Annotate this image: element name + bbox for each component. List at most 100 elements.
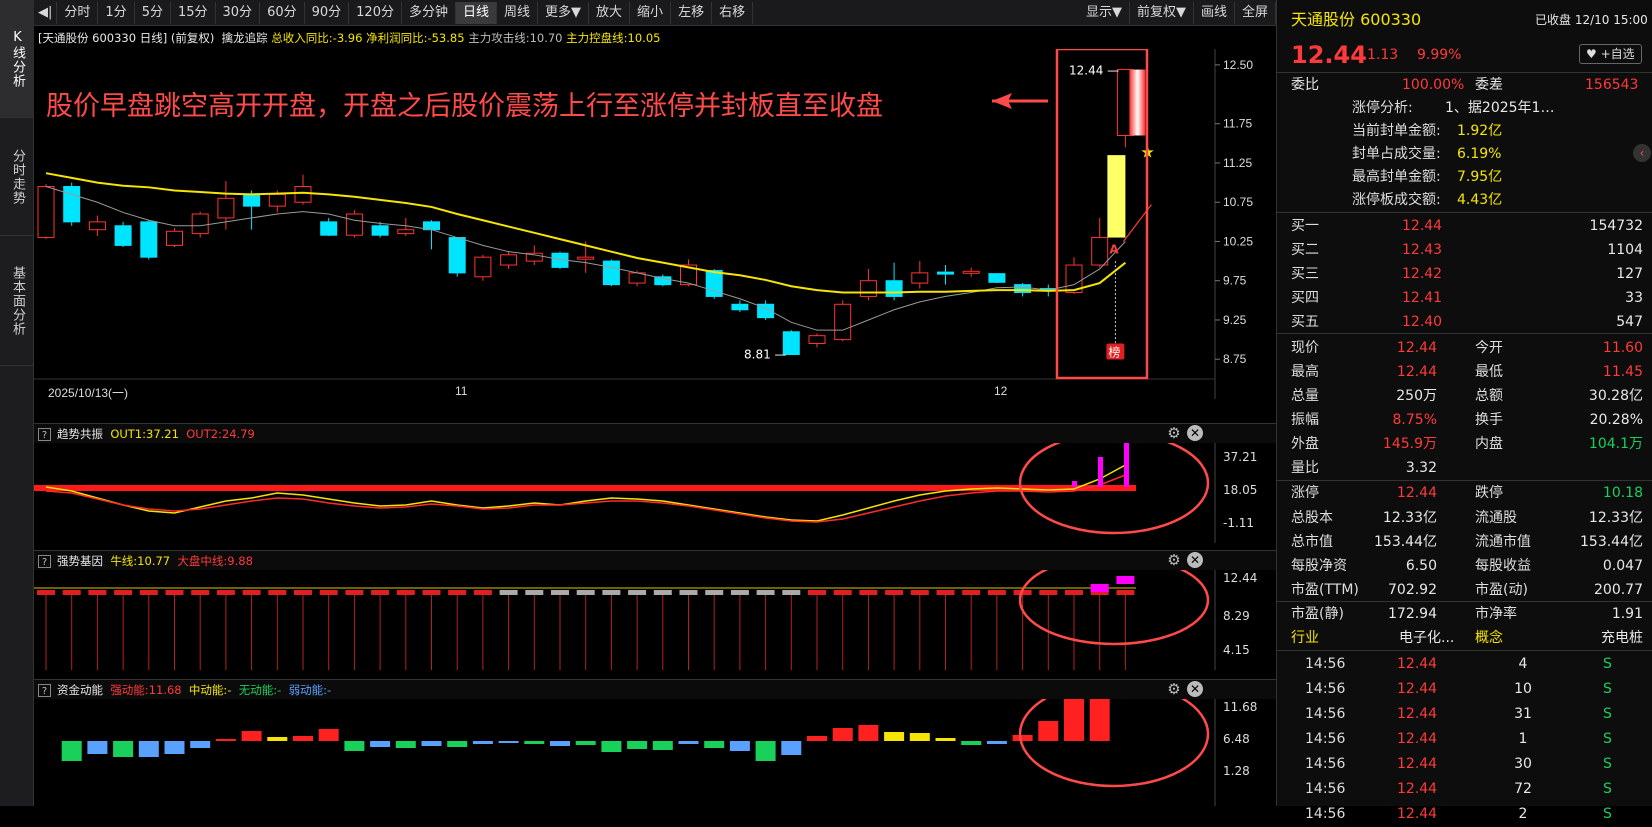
bid-row[interactable]: 买二 12.43 1104 (1277, 238, 1652, 262)
bid-label: 买三 (1291, 266, 1319, 282)
momentum-bar (909, 733, 930, 741)
period-button-15[interactable]: 右移 (712, 1, 754, 24)
trend-resonance-chart[interactable]: 37.21 18.05 -1.11 (34, 443, 1276, 543)
stat-value: 11.45 (1602, 364, 1643, 380)
candle-body (1014, 284, 1032, 293)
limit-analysis-row: 封单占成交量: 6.19% (1277, 143, 1652, 166)
candle-body (166, 230, 183, 246)
settings-gear-icon[interactable]: ⚙ (1166, 425, 1182, 441)
candle-body (191, 213, 209, 235)
close-icon[interactable]: ✕ (1187, 552, 1203, 568)
stat-row: 总量 250万 总额 30.28亿 (1277, 384, 1652, 408)
tab-fundamental[interactable]: 基本面分析 (0, 236, 34, 366)
settings-gear-icon[interactable]: ⚙ (1166, 552, 1182, 568)
close-icon[interactable]: ✕ (1187, 681, 1203, 697)
period-button-0[interactable]: 分时 (57, 1, 99, 24)
period-button-2[interactable]: 5分 (135, 1, 171, 24)
stat-label: 跌停 (1475, 485, 1503, 501)
period-button-10[interactable]: 周线 (497, 1, 539, 24)
gene-cap (859, 590, 878, 595)
y-tick-label: 8.75 (1223, 352, 1247, 366)
period-button-4[interactable]: 30分 (216, 1, 261, 24)
period-button-12[interactable]: 放大 (589, 1, 631, 24)
bid-row[interactable]: 买五 12.40 547 (1277, 310, 1652, 334)
tab-intraday[interactable]: 分时走势 (0, 118, 34, 236)
strong-gene-chart[interactable]: 12.44 8.29 4.15 (34, 570, 1276, 670)
candle-body (937, 271, 954, 275)
toolbar-right-button-2[interactable]: 画线 (1194, 1, 1235, 24)
trade-side: S (1603, 781, 1612, 797)
add-watchlist-button[interactable]: ♥ +自选 (1579, 44, 1642, 64)
stat-label: 每股净资 (1291, 558, 1347, 574)
tab-kline-analysis[interactable]: K线分析 (0, 0, 34, 118)
period-button-3[interactable]: 15分 (171, 1, 216, 24)
trade-row: 14:56 12.44 31 S (1277, 702, 1652, 727)
period-button-9[interactable]: 日线 (456, 1, 498, 24)
indicator-name[interactable]: 擒龙追踪 (222, 31, 268, 45)
panel1-name[interactable]: 趋势共振 (57, 427, 103, 441)
settings-gear-icon[interactable]: ⚙ (1166, 681, 1182, 697)
label: 委比 (1291, 77, 1319, 93)
y-tick-label: 11.25 (1223, 156, 1252, 170)
candle-body (63, 186, 81, 223)
help-icon[interactable]: ? (38, 684, 51, 697)
industry-value[interactable]: 电子化... (1399, 626, 1454, 650)
momentum-bar (421, 741, 442, 746)
period-button-7[interactable]: 120分 (349, 1, 402, 24)
bid-row[interactable]: 买四 12.41 33 (1277, 286, 1652, 310)
collapse-arrow-icon[interactable]: ‹ (1633, 144, 1651, 162)
panel2-name[interactable]: 强势基因 (57, 554, 103, 568)
trade-row: 14:56 12.44 1 S (1277, 727, 1652, 752)
gene-cap (705, 590, 724, 595)
stat-value: 1.91 (1611, 606, 1643, 622)
period-button-14[interactable]: 左移 (671, 1, 713, 24)
period-button-5[interactable]: 60分 (260, 1, 305, 24)
y-tick-label: 12.50 (1223, 58, 1253, 72)
collapse-icon[interactable]: ◀| (34, 1, 58, 24)
bid-label: 买四 (1291, 290, 1319, 306)
concept-value[interactable]: 充电桩 (1601, 626, 1643, 650)
help-icon[interactable]: ? (38, 428, 51, 441)
gene-cap (191, 590, 210, 595)
limit-up-candle (1129, 69, 1146, 136)
panel3-name[interactable]: 资金动能 (57, 683, 103, 697)
momentum-bar (627, 741, 648, 749)
gene-cap (371, 590, 390, 595)
candle-body (988, 273, 1006, 283)
help-icon[interactable]: ? (38, 555, 51, 568)
toolbar-right-button-0[interactable]: 显示▼ (1079, 1, 1130, 24)
toolbar-right-button-3[interactable]: 全屏 (1235, 1, 1276, 24)
momentum-bar (550, 741, 570, 746)
bid-price: 12.44 (1402, 218, 1443, 234)
stat-label: 振幅 (1291, 412, 1319, 428)
momentum-bar (524, 741, 545, 744)
bid-row[interactable]: 买三 12.42 127 (1277, 262, 1652, 286)
stat-row: 量比 3.32 (1277, 456, 1652, 480)
bid-volume: 547 (1616, 314, 1643, 330)
stat-row: 总股本 12.33亿 流通股 12.33亿 (1277, 506, 1652, 530)
candle-body (1091, 237, 1109, 266)
highlight-ellipse (1018, 699, 1210, 788)
bid-volume: 33 (1625, 290, 1643, 306)
gene-cap (422, 590, 441, 595)
stat-value: 172.94 (1388, 606, 1437, 622)
period-button-13[interactable]: 缩小 (630, 1, 672, 24)
close-icon[interactable]: ✕ (1187, 425, 1203, 441)
momentum-bar (704, 741, 725, 748)
stat-label: 总量 (1291, 388, 1319, 404)
period-button-6[interactable]: 90分 (305, 1, 350, 24)
divider (1277, 650, 1652, 651)
momentum-bar (190, 741, 211, 748)
period-button-1[interactable]: 1分 (98, 1, 135, 24)
period-button-11[interactable]: 更多▼ (538, 1, 590, 24)
trade-time: 14:56 (1305, 756, 1346, 772)
toolbar-right-button-1[interactable]: 前复权▼ (1130, 1, 1194, 24)
bid-row[interactable]: 买一 12.44 154732 (1277, 214, 1652, 238)
capital-momentum-chart[interactable]: 11.68 6.48 1.28 (34, 699, 1276, 806)
value[interactable]: 1、据2025年1… (1445, 97, 1554, 120)
candle-body (859, 280, 877, 297)
period-button-8[interactable]: 多分钟 (402, 1, 456, 24)
stat-value: 12.33亿 (1382, 510, 1437, 526)
panel2-market-line: 大盘中线:9.88 (177, 554, 253, 568)
limit-analysis-row: 当前封单金额: 1.92亿 (1277, 120, 1652, 143)
